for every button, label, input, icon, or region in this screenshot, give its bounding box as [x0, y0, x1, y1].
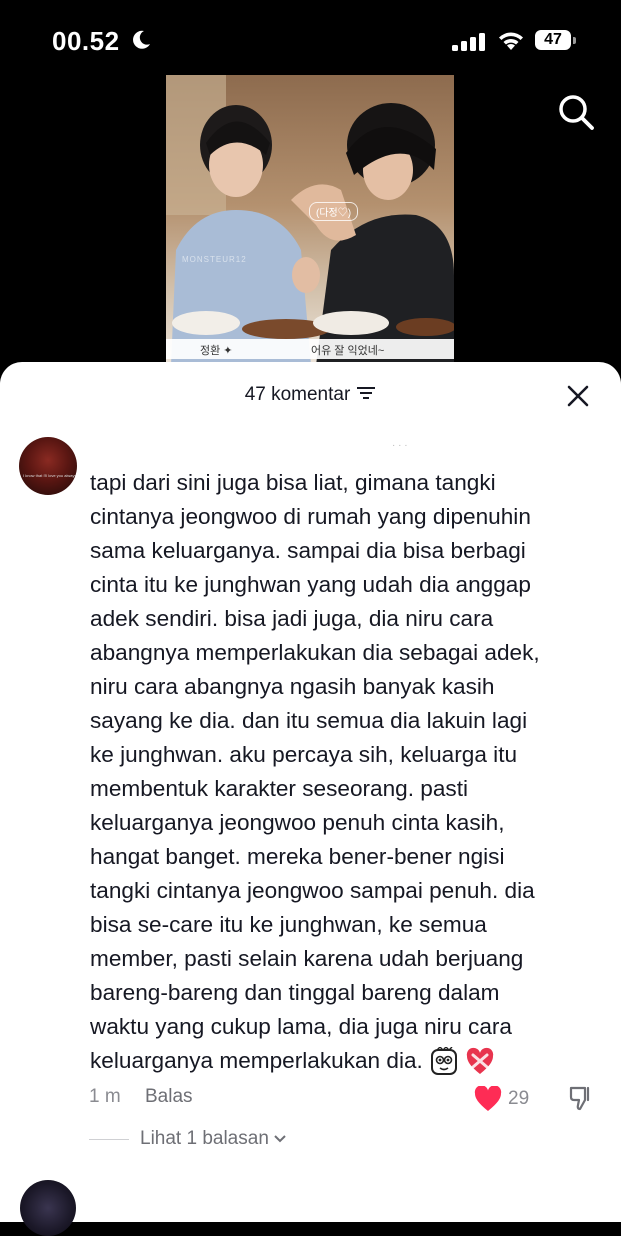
- like-count: 29: [508, 1088, 530, 1109]
- video-frame-image: [166, 75, 454, 365]
- comment-line: keluarganya memperlakukan dia.: [90, 1048, 423, 1073]
- comments-count-title: 47 komentar: [244, 384, 351, 405]
- comment-line: bareng-bareng dan tinggal bareng dalam: [90, 980, 500, 1005]
- comment-line: membentuk karakter seseorang. pasti: [90, 776, 469, 801]
- commenter-avatar[interactable]: I know that I'll love you always: [19, 437, 77, 495]
- moon-icon: [133, 30, 150, 49]
- replies-divider: [89, 1139, 129, 1140]
- sticker-emoji-icon: [430, 1047, 457, 1076]
- comment-line: ke junghwan. aku percaya sih, keluarga i…: [90, 742, 518, 767]
- username-faded: · · ·: [392, 440, 408, 451]
- comment-line: tapi dari sini juga bisa liat, gimana ta…: [90, 470, 496, 495]
- view-replies-label: Lihat 1 balasan: [140, 1128, 269, 1149]
- status-time: 00.52: [52, 26, 120, 56]
- video-caption-bar: 정환 ✦ 어유 잘 익었네~: [166, 339, 454, 359]
- comment-line: hangat banget. mereka bener-bener ngisi: [90, 844, 505, 869]
- sort-filter-icon[interactable]: [356, 385, 376, 401]
- comments-header: 47 komentar: [0, 384, 621, 406]
- view-replies-button[interactable]: Lihat 1 balasan: [140, 1128, 287, 1150]
- video-sticker-text: (다정♡): [309, 202, 359, 221]
- wifi-icon: [499, 32, 523, 50]
- search-icon[interactable]: [556, 92, 596, 132]
- next-commenter-avatar[interactable]: [20, 1180, 76, 1236]
- battery-cap: [573, 37, 576, 44]
- comment-line: adek sendiri. bisa jadi juga, dia niru c…: [90, 606, 494, 631]
- comment-line: tangki cintanya jeongwoo sampai penuh. d…: [90, 878, 535, 903]
- comment-line: cinta itu ke junghwan yang udah dia angg…: [90, 572, 531, 597]
- cellular-signal-icon: [452, 33, 485, 51]
- caption-text: 어유 잘 익었네~: [311, 345, 385, 357]
- comment-line: cintanya jeongwoo di rumah yang dipenuhi…: [90, 504, 531, 529]
- dislike-icon[interactable]: [568, 1084, 596, 1112]
- comment-line: waktu yang cukup lama, dia juga niru car…: [90, 1014, 512, 1039]
- comment-line: keluarganya jeongwoo penuh cinta kasih,: [90, 810, 505, 835]
- comment-text: tapi dari sini juga bisa liat, gimana ta…: [90, 466, 590, 1078]
- battery-level: 47: [535, 30, 571, 50]
- chevron-down-icon: [274, 1135, 286, 1143]
- video-watermark: MONSTEUR12: [182, 255, 247, 264]
- like-heart-icon[interactable]: [474, 1086, 502, 1112]
- close-icon[interactable]: [566, 384, 590, 408]
- comment-last-line: keluarganya memperlakukan dia.: [90, 1044, 590, 1078]
- comment-line: bisa se-care itu ke junghwan, ke semua: [90, 912, 487, 937]
- comment-line: member, pasti selain karena udah berjuan…: [90, 946, 524, 971]
- avatar-caption: I know that I'll love you always: [23, 473, 77, 478]
- comment-line: niru cara abangnya ngasih banyak kasih: [90, 674, 495, 699]
- comments-sheet: 47 komentar I know that I'll love you al…: [0, 362, 621, 1236]
- reply-button[interactable]: Balas: [145, 1086, 193, 1108]
- caption-speaker: 정환 ✦: [200, 345, 233, 357]
- status-bar: 00.52 47: [0, 0, 621, 80]
- comment-timestamp: 1 m: [89, 1086, 121, 1107]
- battery-indicator: 47: [535, 30, 577, 52]
- comment-line: sayang ke dia. dan itu semua dia lakuin …: [90, 708, 528, 733]
- mending-heart-icon: [466, 1047, 493, 1075]
- comment-line: sama keluarganya. sampai dia bisa berbag…: [90, 538, 526, 563]
- comment-line: abangnya memperlakukan dia sebagai adek,: [90, 640, 540, 665]
- video-player[interactable]: (다정♡) MONSTEUR12 정환 ✦ 어유 잘 익었네~: [166, 75, 454, 365]
